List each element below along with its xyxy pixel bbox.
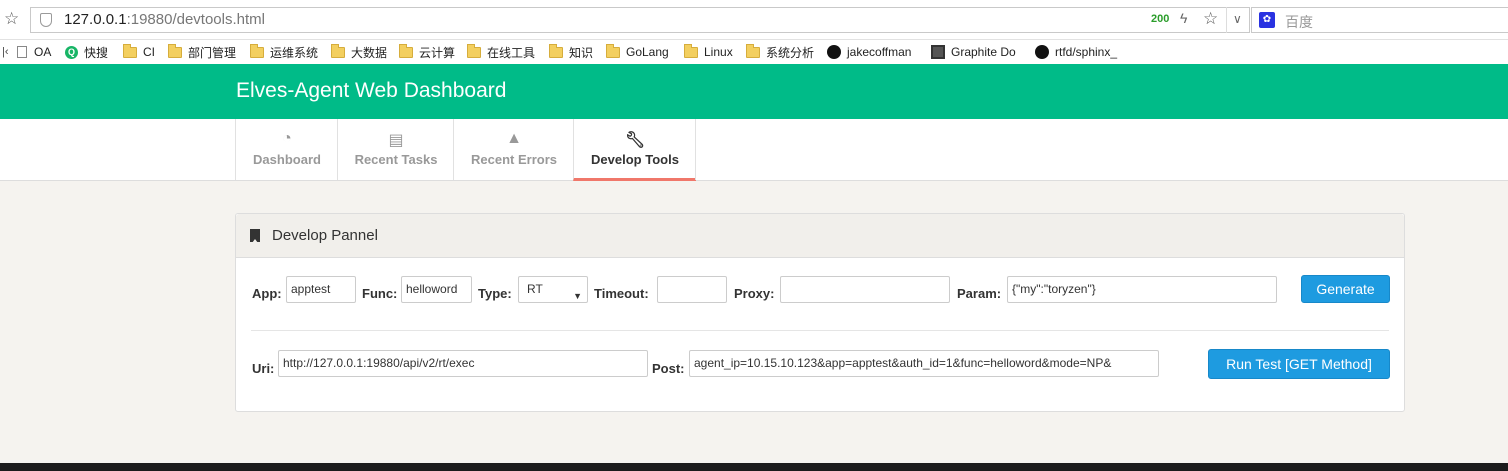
bookmark-folder[interactable]: Linux (684, 43, 733, 60)
taskbar-edge (0, 463, 1508, 471)
q-icon: Q (65, 45, 78, 59)
bookmark-item[interactable]: rtfd/sphinx_ (1035, 44, 1117, 60)
type-selected-value: RT (527, 282, 543, 296)
folder-icon (399, 43, 413, 58)
brand-title[interactable]: Elves-Agent Web Dashboard (236, 79, 506, 103)
app-label: App: (252, 286, 282, 301)
tab-divider (695, 119, 696, 180)
post-label: Post: (652, 361, 685, 376)
bookmark-folder[interactable]: 大数据 (331, 43, 387, 60)
panel-divider (251, 330, 1389, 331)
bookmark-folder[interactable]: 云计算 (399, 43, 455, 60)
bookmark-apps[interactable]: |‹ (2, 44, 9, 60)
func-label: Func: (362, 286, 398, 301)
bookmark-folder[interactable]: 运维系统 (250, 43, 318, 60)
wrench-icon: 🔧︎ (624, 132, 646, 149)
caret-down-icon: ▼ (573, 291, 582, 301)
address-bar[interactable]: 127.0.0.1:19880/devtools.html (30, 7, 1250, 33)
page-icon (17, 46, 27, 58)
url-text[interactable]: 127.0.0.1:19880/devtools.html (64, 11, 265, 28)
bookmarks-bar: |‹ OA Q 快搜 CI 部门管理 运维系统 大数据 云计算 在线工具 知识 G… (0, 40, 1508, 64)
baidu-icon[interactable]: ✿ (1259, 12, 1275, 28)
app-input[interactable]: apptest (286, 276, 356, 303)
tab-dashboard[interactable]: ◔ Dashboard (235, 119, 338, 180)
develop-panel: Develop Pannel App: apptest Func: hellow… (235, 213, 1405, 412)
timeout-input[interactable] (657, 276, 727, 303)
proxy-input[interactable] (780, 276, 950, 303)
warning-icon: ▲ (506, 130, 522, 147)
uri-input[interactable]: http://127.0.0.1:19880/api/v2/rt/exec (278, 350, 648, 377)
proxy-label: Proxy: (734, 286, 775, 301)
dashboard-icon: ◔ (282, 130, 292, 147)
bookmark-item[interactable]: OA (17, 44, 51, 60)
bookmark-item[interactable]: Q 快搜 (65, 44, 108, 60)
list-icon: ▤ (388, 132, 404, 149)
folder-icon (123, 43, 137, 58)
url-dropdown-button[interactable]: ∨ (1226, 7, 1250, 33)
post-input[interactable]: agent_ip=10.15.10.123&app=apptest&auth_i… (689, 350, 1159, 377)
tab-recent-tasks[interactable]: ▤ Recent Tasks (337, 119, 454, 180)
param-label: Param: (957, 286, 1002, 301)
bookmark-item[interactable]: jakecoffman (827, 44, 911, 60)
graphite-icon (931, 45, 945, 59)
folder-icon (331, 43, 345, 58)
panel-header: Develop Pannel (236, 214, 1404, 258)
type-label: Type: (478, 286, 512, 301)
bookmark-folder[interactable]: GoLang (606, 43, 669, 60)
github-icon (827, 45, 841, 59)
tab-develop-tools[interactable]: 🔧︎ Develop Tools (573, 119, 696, 181)
folder-icon (746, 43, 760, 58)
run-test-button[interactable]: Run Test [GET Method] (1208, 349, 1390, 379)
tab-label: Dashboard (253, 152, 321, 167)
folder-icon (684, 43, 698, 58)
type-select[interactable]: RT ▼ (518, 276, 588, 303)
bookmark-item[interactable]: Graphite Do (931, 44, 1016, 60)
search-input[interactable]: 百度 (1285, 12, 1313, 32)
shield-icon (40, 13, 52, 27)
bookmark-folder[interactable]: CI (123, 43, 155, 60)
chevron-down-icon: ∨ (1233, 12, 1242, 26)
tab-label: Develop Tools (591, 152, 679, 167)
tab-label: Recent Errors (471, 152, 557, 167)
lightning-icon[interactable]: ϟ (1180, 10, 1187, 26)
app-header: Elves-Agent Web Dashboard (0, 64, 1508, 119)
bookmark-folder[interactable]: 在线工具 (467, 43, 535, 60)
bookmark-folder[interactable]: 知识 (549, 43, 593, 60)
folder-icon (467, 43, 481, 58)
bookmark-icon (250, 229, 260, 243)
tab-label: Recent Tasks (354, 152, 438, 167)
param-input[interactable]: {"my":"toryzen"} (1007, 276, 1277, 303)
favorite-star-icon[interactable]: ☆ (1203, 9, 1218, 29)
folder-icon (549, 43, 563, 58)
tab-recent-errors[interactable]: ▲ Recent Errors (453, 119, 574, 180)
bookmark-folder[interactable]: 部门管理 (168, 43, 236, 60)
bookmark-folder[interactable]: 系统分析 (746, 43, 814, 60)
main-nav: ◔ Dashboard ▤ Recent Tasks ▲ Recent Erro… (0, 119, 1508, 181)
panel-title: Develop Pannel (272, 227, 378, 244)
folder-icon (168, 43, 182, 58)
folder-icon (606, 43, 620, 58)
generate-button[interactable]: Generate (1301, 275, 1390, 303)
folder-icon (250, 43, 264, 58)
github-icon (1035, 45, 1049, 59)
browser-toolbar: ☆ 127.0.0.1:19880/devtools.html 200 ϟ ☆ … (0, 0, 1508, 40)
timeout-label: Timeout: (594, 286, 649, 301)
bookmark-star-icon[interactable]: ☆ (4, 9, 19, 29)
status-code-badge: 200 (1151, 13, 1170, 25)
func-input[interactable]: helloword (401, 276, 472, 303)
search-box[interactable]: ✿ 百度 (1251, 7, 1508, 33)
uri-label: Uri: (252, 361, 275, 376)
